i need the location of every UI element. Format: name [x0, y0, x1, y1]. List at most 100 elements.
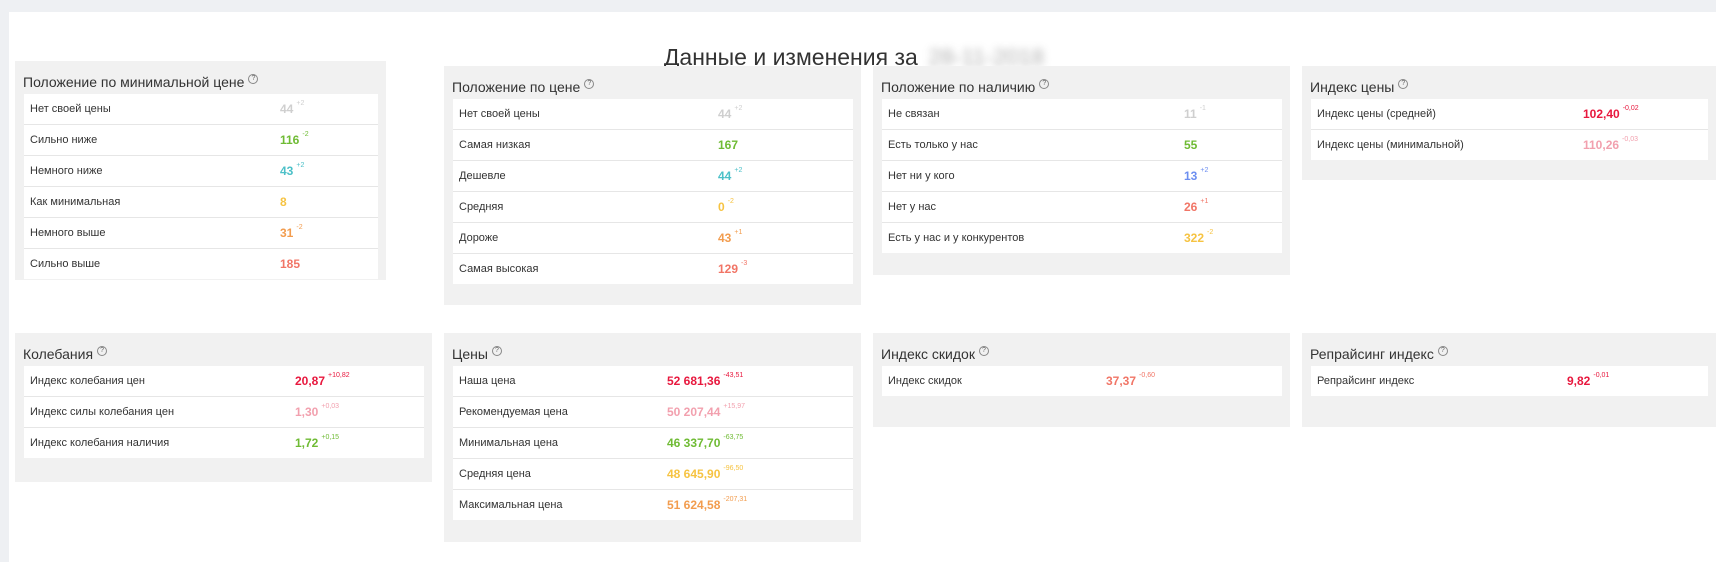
row-delta: -0,01 — [1593, 372, 1610, 379]
row-label: Нет своей цены — [30, 103, 111, 115]
panel-title: Положение по цене? — [452, 79, 595, 95]
list-item[interactable]: Сильно ниже 116 -2 — [24, 125, 378, 156]
row-value: 48 645,90 -96,50 — [667, 465, 744, 481]
row-label: Нет ни у кого — [888, 170, 955, 182]
list-item[interactable]: Индекс скидок 37,37 -0,60 — [882, 366, 1282, 396]
list-item[interactable]: Есть только у нас 55 — [882, 130, 1282, 161]
row-value: 46 337,70 -63,75 — [667, 434, 744, 450]
row-label: Дешевле — [459, 170, 506, 182]
help-icon[interactable]: ? — [1039, 79, 1050, 89]
row-value: 51 624,58 -207,31 — [667, 496, 748, 512]
list-item[interactable]: Наша цена 52 681,36 -43,51 — [453, 366, 853, 397]
help-icon[interactable]: ? — [1437, 346, 1448, 356]
list-item[interactable]: Немного ниже 43 +2 — [24, 156, 378, 187]
row-value: 31 -2 — [280, 224, 303, 240]
list-item[interactable]: Дороже 43 +1 — [453, 223, 853, 254]
row-label: Индекс силы колебания цен — [30, 406, 175, 418]
list-item[interactable]: Нет ни у кого 13 +2 — [882, 161, 1282, 192]
row-value: 44 +2 — [718, 167, 743, 183]
row-label: Индекс цены (средней) — [1317, 108, 1436, 120]
row-delta: +2 — [1200, 167, 1209, 174]
help-icon[interactable]: ? — [491, 346, 502, 356]
list-item[interactable]: Средняя цена 48 645,90 -96,50 — [453, 459, 853, 490]
row-label: Сильно ниже — [30, 134, 98, 146]
list-item[interactable]: Индекс цены (средней) 102,40 -0,02 — [1311, 99, 1708, 130]
row-value: 1,72 +0,15 — [295, 434, 340, 450]
row-label: Индекс колебания наличия — [30, 437, 170, 449]
row-label: Есть только у нас — [888, 139, 978, 151]
row-delta: +0,03 — [321, 403, 340, 410]
list-item[interactable]: Дешевле 44 +2 — [453, 161, 853, 192]
list-item[interactable]: Индекс цены (минимальной) 110,26 -0,03 — [1311, 130, 1708, 160]
row-delta: +15,97 — [723, 403, 745, 410]
panel-title: Репрайсинг индекс? — [1310, 346, 1448, 362]
list-item[interactable]: Максимальная цена 51 624,58 -207,31 — [453, 490, 853, 520]
panel-title: Индекс цены? — [1310, 79, 1409, 95]
panel-rows: Индекс колебания цен 20,87 +10,82 Индекс с… — [24, 366, 424, 458]
row-delta: -207,31 — [723, 496, 748, 503]
row-delta: -3 — [741, 260, 748, 267]
row-value: 37,37 -0,60 — [1106, 372, 1155, 388]
row-delta: -96,50 — [723, 465, 744, 472]
row-delta: +2 — [296, 100, 305, 107]
help-icon[interactable]: ? — [978, 346, 989, 356]
row-label: Индекс колебания цен — [30, 375, 146, 387]
list-item[interactable]: Нет своей цены 44 +2 — [24, 94, 378, 125]
list-item[interactable]: Индекс силы колебания цен 1,30 +0,03 — [24, 397, 424, 428]
row-delta: -1 — [1199, 105, 1206, 112]
row-value: 129 -3 — [718, 260, 748, 276]
row-delta: +1 — [734, 229, 743, 236]
row-label: Репрайсинг индекс — [1317, 375, 1415, 387]
row-label: Самая высокая — [459, 263, 539, 275]
row-value: 1,30 +0,03 — [295, 403, 340, 419]
row-delta: -2 — [302, 131, 309, 138]
row-delta: -2 — [727, 198, 734, 205]
row-value: 55 — [1184, 138, 1198, 152]
help-icon[interactable]: ? — [248, 74, 259, 84]
row-value: 322 -2 — [1184, 229, 1214, 245]
panel-rows: Наша цена 52 681,36 -43,51 Рекомендуемая ц… — [453, 366, 853, 520]
row-delta: -2 — [296, 224, 303, 231]
list-item[interactable]: Как минимальная 8 — [24, 187, 378, 218]
list-item[interactable]: Минимальная цена 46 337,70 -63,75 — [453, 428, 853, 459]
list-item[interactable]: Немного выше 31 -2 — [24, 218, 378, 249]
row-label: Индекс цены (минимальной) — [1317, 139, 1464, 151]
help-icon[interactable]: ? — [1398, 79, 1409, 89]
row-value: 102,40 -0,02 — [1583, 105, 1639, 121]
help-icon[interactable]: ? — [584, 79, 595, 89]
panel-price-position: Положение по цене? Нет своей цены 44 +2 Са… — [444, 66, 861, 305]
list-item[interactable]: Индекс колебания цен 20,87 +10,82 — [24, 366, 424, 397]
row-value: 44 +2 — [280, 100, 305, 116]
list-item[interactable]: Репрайсинг индекс 9,82 -0,01 — [1311, 366, 1708, 396]
list-item[interactable]: Нет у нас 26 +1 — [882, 192, 1282, 223]
help-icon[interactable]: ? — [97, 346, 108, 356]
row-label: Средняя цена — [459, 468, 531, 480]
list-item[interactable]: Самая высокая 129 -3 — [453, 254, 853, 284]
row-value: 110,26 -0,03 — [1583, 136, 1639, 152]
list-item[interactable]: Самая низкая 167 — [453, 130, 853, 161]
list-item[interactable]: Нет своей цены 44 +2 — [453, 99, 853, 130]
list-item[interactable]: Рекомендуемая цена 50 207,44 +15,97 — [453, 397, 853, 428]
list-item[interactable]: Не связан 11 -1 — [882, 99, 1282, 130]
row-value: 43 +1 — [718, 229, 743, 245]
row-value: 13 +2 — [1184, 167, 1209, 183]
row-value: 44 +2 — [718, 105, 743, 121]
row-delta: -43,51 — [723, 372, 744, 379]
row-label: Дороже — [459, 232, 499, 244]
list-item[interactable]: Индекс колебания наличия 1,72 +0,15 — [24, 428, 424, 458]
row-value: 50 207,44 +15,97 — [667, 403, 745, 419]
panel-title: Цены? — [452, 346, 502, 362]
row-label: Сильно выше — [30, 258, 101, 270]
row-label: Немного выше — [30, 227, 106, 239]
panel-prices: Цены? Наша цена 52 681,36 -43,51 Рекоменду… — [444, 333, 861, 542]
list-item[interactable]: Есть у нас и у конкурентов 322 -2 — [882, 223, 1282, 253]
panel-title: Индекс скидок? — [881, 346, 989, 362]
row-delta: -2 — [1207, 229, 1214, 236]
panel-rows: Репрайсинг индекс 9,82 -0,01 — [1311, 366, 1708, 396]
row-value: 8 — [280, 195, 287, 209]
list-item[interactable]: Сильно выше 185 — [24, 249, 378, 279]
row-value: 11 -1 — [1184, 105, 1206, 121]
row-value: 26 +1 — [1184, 198, 1209, 214]
row-value: 116 -2 — [280, 131, 309, 147]
list-item[interactable]: Средняя 0 -2 — [453, 192, 853, 223]
